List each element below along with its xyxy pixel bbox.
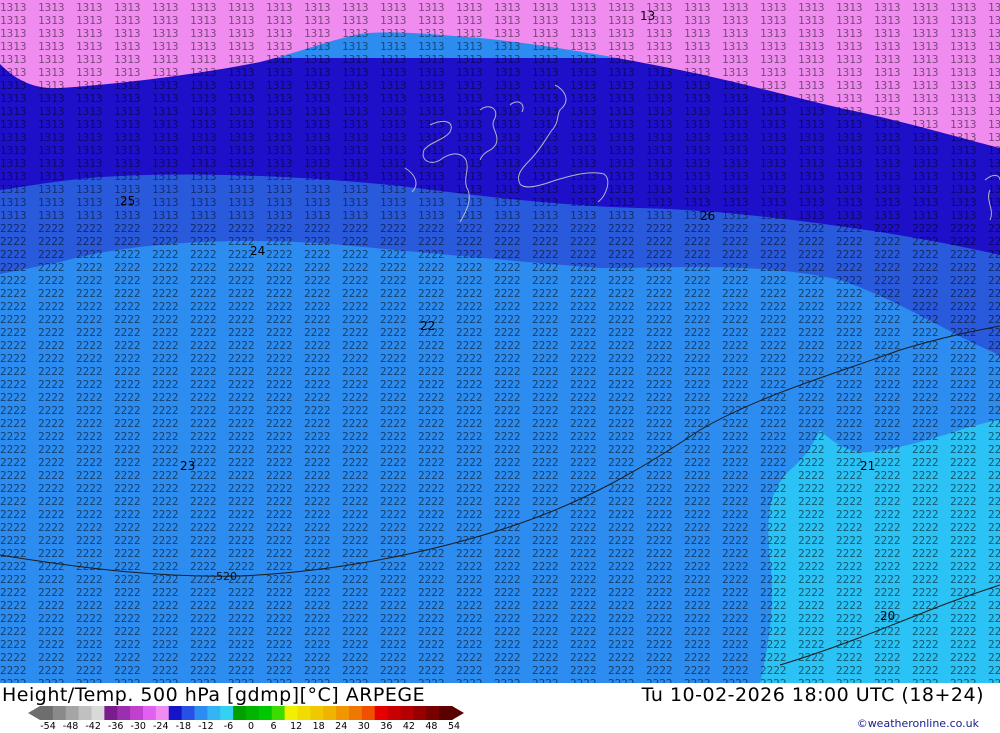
scale-tick-label: 42: [402, 721, 415, 732]
scale-arrow-right: [452, 706, 464, 720]
scale-tick-label: 54: [447, 721, 461, 732]
field-number: 26: [700, 209, 715, 223]
scale-swatch: [91, 706, 105, 720]
scale-swatch: [65, 706, 80, 720]
scale-tick-label: 6: [270, 721, 277, 732]
weather-map: 2222 1313 520 25 24 22 23 21 20 13 26: [0, 0, 1000, 683]
field-number: 20: [880, 609, 895, 623]
scale-swatch: [439, 706, 453, 720]
scale-swatch: [130, 706, 144, 720]
scale-swatch: [181, 706, 195, 720]
scale-swatch: [336, 706, 350, 720]
field-number: 13: [640, 9, 655, 23]
credit-link[interactable]: ©weatheronline.co.uk: [857, 717, 979, 730]
scale-swatch: [387, 706, 401, 720]
field-number: 21: [860, 459, 875, 473]
scale-tick-label: 30: [357, 721, 370, 732]
scale-tick-label: -12: [198, 721, 214, 732]
scale-swatch: [297, 706, 311, 720]
scale-swatch: [207, 706, 221, 720]
scale-tick-label: -6: [223, 721, 234, 732]
scale-swatch: [168, 706, 183, 720]
scale-tick-label: -36: [107, 721, 124, 732]
scale-swatch: [271, 706, 286, 720]
field-number: 23: [180, 459, 195, 473]
field-number: 22: [420, 319, 435, 333]
scale-swatch: [220, 706, 234, 720]
scale-swatch: [78, 706, 92, 720]
scale-swatch: [361, 706, 376, 720]
scale-swatch: [143, 706, 157, 720]
field-number: 24: [250, 244, 265, 258]
scale-swatch: [284, 706, 298, 720]
scale-swatch: [413, 706, 427, 720]
scale-tick-label: -30: [130, 721, 146, 732]
scale-swatch: [246, 706, 260, 720]
color-scale-ticks: -54 -48 -42 -36 -30 -24 -18 -12 -6 0 6 12 18 24 30 36 42…: [0, 721, 470, 733]
scale-swatch: [310, 706, 324, 720]
texture-upper: [0, 0, 1000, 220]
scale-swatch: [349, 706, 363, 720]
map-title: Height/Temp. 500 hPa [gdmp][°C] ARPEGE: [2, 684, 426, 706]
scale-swatch: [426, 706, 440, 720]
scale-tick-label: -24: [153, 721, 169, 732]
scale-swatch: [233, 706, 247, 720]
scale-swatch: [258, 706, 273, 720]
scale-tick-label: 36: [380, 721, 393, 732]
scale-tick-label: -18: [175, 721, 192, 732]
scale-arrow-left: [28, 706, 40, 720]
scale-swatch: [323, 706, 337, 720]
scale-swatch: [117, 706, 131, 720]
valid-time: Tu 10-02-2026 18:00 UTC (18+24): [641, 684, 984, 706]
scale-swatch: [374, 706, 389, 720]
scale-swatch: [52, 706, 67, 720]
field-number: 25: [120, 194, 135, 208]
scale-tick-label: 24: [335, 721, 348, 732]
scale-tick-label: 12: [290, 721, 303, 732]
scale-tick-label: 18: [312, 721, 325, 732]
color-scale-bar: [28, 706, 464, 720]
scale-swatch: [155, 706, 170, 720]
scale-swatch: [40, 706, 54, 720]
scale-tick-label: 48: [425, 721, 438, 732]
scale-tick-label: -48: [62, 721, 79, 732]
map-footer: Height/Temp. 500 hPa [gdmp][°C] ARPEGE T…: [0, 683, 1000, 733]
scale-tick-label: 0: [247, 721, 255, 732]
scale-swatch: [104, 706, 118, 720]
contour-label: 520: [216, 570, 237, 583]
texture-lower: [0, 220, 1000, 683]
scale-swatch: [194, 706, 208, 720]
scale-tick-label: -42: [85, 721, 101, 732]
scale-swatch: [400, 706, 414, 720]
scale-tick-label: -54: [40, 721, 56, 732]
